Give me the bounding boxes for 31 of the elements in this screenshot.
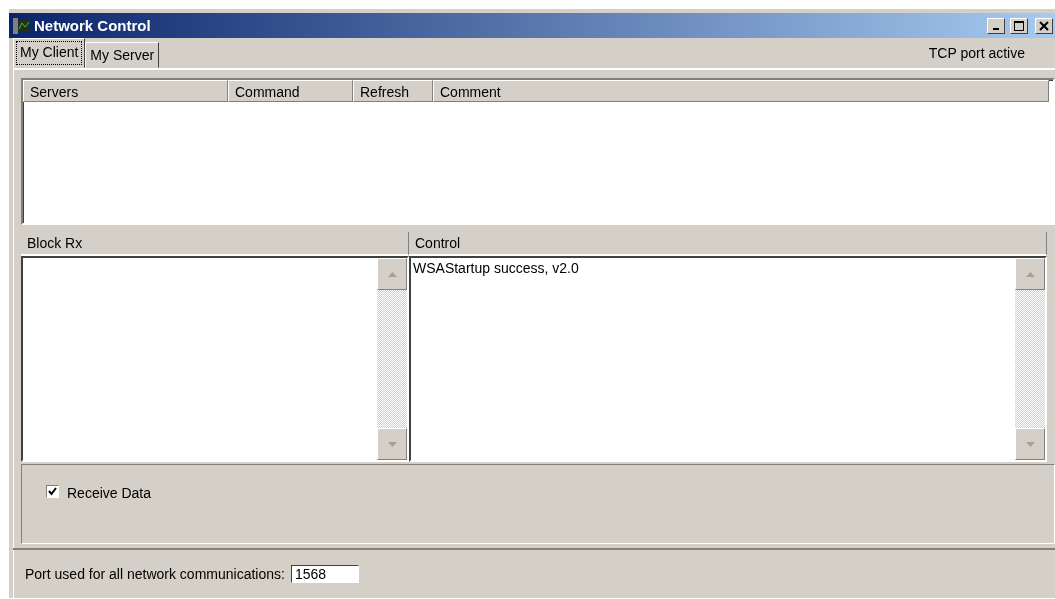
close-button[interactable] [1035, 17, 1053, 34]
up-arrow-icon [387, 271, 397, 277]
tab[interactable]: My Client [13, 38, 86, 68]
minimize-icon [993, 27, 999, 30]
column-header[interactable]: Command [228, 80, 353, 102]
maximize-icon [1014, 20, 1024, 31]
column-header[interactable]: Servers [23, 80, 228, 102]
checkbox[interactable] [46, 485, 59, 498]
scroll-down-button[interactable] [1015, 428, 1045, 460]
down-arrow-icon [1025, 441, 1035, 447]
status-text: TCP port active [928, 45, 1025, 61]
app-icon [12, 16, 30, 35]
check-icon [48, 487, 57, 496]
column-header[interactable]: Refresh [353, 80, 433, 102]
scrollbar[interactable] [1015, 258, 1045, 460]
log-line: WSAStartup success, v2.0 [413, 260, 580, 276]
tab[interactable]: My Server [85, 42, 160, 68]
down-arrow-icon [387, 441, 397, 447]
checkbox-label: Receive Data [67, 485, 152, 501]
window-title: Network Control [34, 17, 152, 34]
column-header[interactable]: Comment [433, 80, 1049, 102]
up-arrow-icon [1025, 271, 1035, 277]
scrollbar[interactable] [377, 258, 407, 460]
minimize-button[interactable] [987, 17, 1005, 34]
scroll-up-button[interactable] [377, 258, 407, 290]
maximize-button[interactable] [1010, 17, 1028, 34]
scroll-down-button[interactable] [377, 428, 407, 460]
scroll-up-button[interactable] [1015, 258, 1045, 290]
port-field[interactable]: 1568 [290, 565, 359, 583]
port-label: Port used for all network communications: [25, 566, 285, 582]
close-icon [1039, 20, 1049, 31]
